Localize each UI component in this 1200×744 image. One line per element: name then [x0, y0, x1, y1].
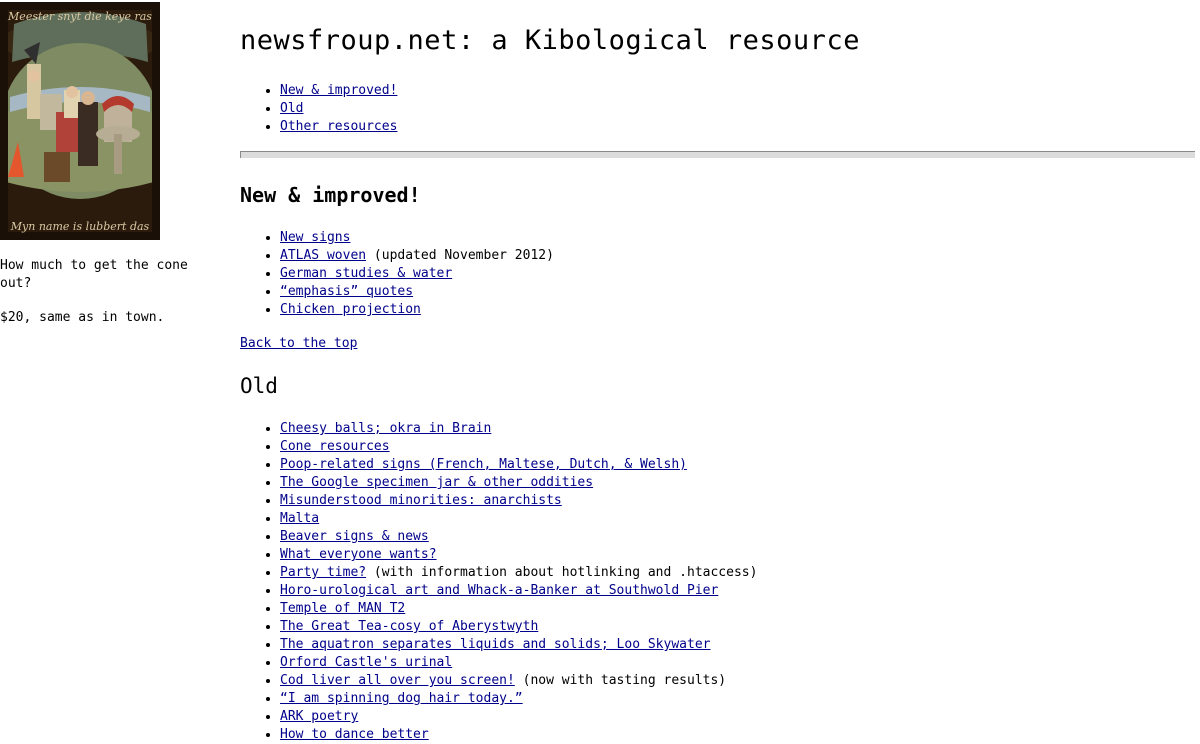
painting-caption-bottom: Myn name is lubbert das — [10, 220, 150, 233]
list-item-link[interactable]: “I am spinning dog hair today.” — [280, 691, 523, 706]
toc-link-other[interactable]: Other resources — [280, 119, 397, 134]
horizontal-rule — [240, 151, 1195, 158]
list-item-link[interactable]: Cod liver all over you screen! — [280, 673, 515, 688]
list-item: Party time? (with information about hotl… — [280, 564, 757, 582]
list-item-link[interactable]: Cone resources — [280, 439, 390, 454]
list-item: Poop-related signs (French, Maltese, Dut… — [280, 456, 757, 474]
painting-caption-top: Meester snyt die keye ras — [7, 10, 152, 23]
list-item: Horo-urological art and Whack-a-Banker a… — [280, 582, 757, 600]
list-item: Temple of MAN T2 — [280, 600, 757, 618]
list-item-note: (now with tasting results) — [514, 673, 727, 688]
list-item: Chicken projection — [280, 301, 554, 319]
list-item-link[interactable]: Chicken projection — [280, 302, 421, 317]
list-item: Malta — [280, 510, 757, 528]
page-title: newsfroup.net: a Kibological resource — [240, 25, 860, 56]
toc-link-old[interactable]: Old — [280, 101, 303, 116]
list-item-link[interactable]: German studies & water — [280, 266, 452, 281]
list-item: The Great Tea-cosy of Aberystwyth — [280, 618, 757, 636]
toc-link-new[interactable]: New & improved! — [280, 83, 397, 98]
list-item-link[interactable]: Orford Castle's urinal — [280, 655, 452, 670]
list-item-link[interactable]: “emphasis” quotes — [280, 284, 413, 299]
list-item: The aquatron separates liquids and solid… — [280, 636, 757, 654]
list-item-note: (updated November 2012) — [366, 248, 554, 263]
list-item-link[interactable]: Malta — [280, 511, 319, 526]
list-item: What everyone wants? — [280, 546, 757, 564]
list-item-link[interactable]: The Great Tea-cosy of Aberystwyth — [280, 619, 538, 634]
list-item: Orford Castle's urinal — [280, 654, 757, 672]
list-item-link[interactable]: The Google specimen jar & other oddities — [280, 475, 593, 490]
section-heading-new: New & improved! — [240, 183, 421, 207]
list-item: How to dance better — [280, 726, 757, 744]
list-item-link[interactable]: Poop-related signs (French, Maltese, Dut… — [280, 457, 687, 472]
list-item-link[interactable]: ATLAS woven — [280, 248, 366, 263]
list-item: German studies & water — [280, 265, 554, 283]
list-item: “emphasis” quotes — [280, 283, 554, 301]
list-item-link[interactable]: The aquatron separates liquids and solid… — [280, 637, 710, 652]
list-item: “I am spinning dog hair today.” — [280, 690, 757, 708]
list-item: Cheesy balls; okra in Brain — [280, 420, 757, 438]
list-item: Cone resources — [280, 438, 757, 456]
list-item-link[interactable]: Cheesy balls; okra in Brain — [280, 421, 491, 436]
painting-artwork: Meester snyt die keye ras Myn name is lu… — [0, 2, 160, 240]
list-item-link[interactable]: ARK poetry — [280, 709, 358, 724]
table-of-contents: New & improved! Old Other resources — [240, 82, 397, 136]
toc-item: Other resources — [280, 118, 397, 136]
list-item: The Google specimen jar & other oddities — [280, 474, 757, 492]
list-item: Misunderstood minorities: anarchists — [280, 492, 757, 510]
section-heading-old: Old — [240, 374, 278, 398]
list-item-link[interactable]: New signs — [280, 230, 350, 245]
list-item-link[interactable]: Temple of MAN T2 — [280, 601, 405, 616]
painting-image: Meester snyt die keye ras Myn name is lu… — [0, 2, 160, 240]
list-item-link[interactable]: Party time? — [280, 565, 366, 580]
list-item-note: (with information about hotlinking and .… — [366, 565, 758, 580]
list-item-link[interactable]: Beaver signs & news — [280, 529, 429, 544]
new-items-list: New signs ATLAS woven (updated November 2… — [240, 229, 554, 319]
list-item: New signs — [280, 229, 554, 247]
sidebar-answer: $20, same as in town. — [0, 310, 165, 325]
list-item: ARK poetry — [280, 708, 757, 726]
list-item-link[interactable]: Misunderstood minorities: anarchists — [280, 493, 562, 508]
sidebar-question: How much to get the cone out? — [0, 258, 188, 291]
old-items-list: Cheesy balls; okra in Brain Cone resource… — [240, 420, 757, 744]
back-to-top-link[interactable]: Back to the top — [240, 335, 357, 353]
list-item: Beaver signs & news — [280, 528, 757, 546]
list-item: ATLAS woven (updated November 2012) — [280, 247, 554, 265]
list-item-link[interactable]: Horo-urological art and Whack-a-Banker a… — [280, 583, 718, 598]
list-item: Cod liver all over you screen! (now with… — [280, 672, 757, 690]
toc-item: New & improved! — [280, 82, 397, 100]
list-item-link[interactable]: What everyone wants? — [280, 547, 437, 562]
toc-item: Old — [280, 100, 397, 118]
